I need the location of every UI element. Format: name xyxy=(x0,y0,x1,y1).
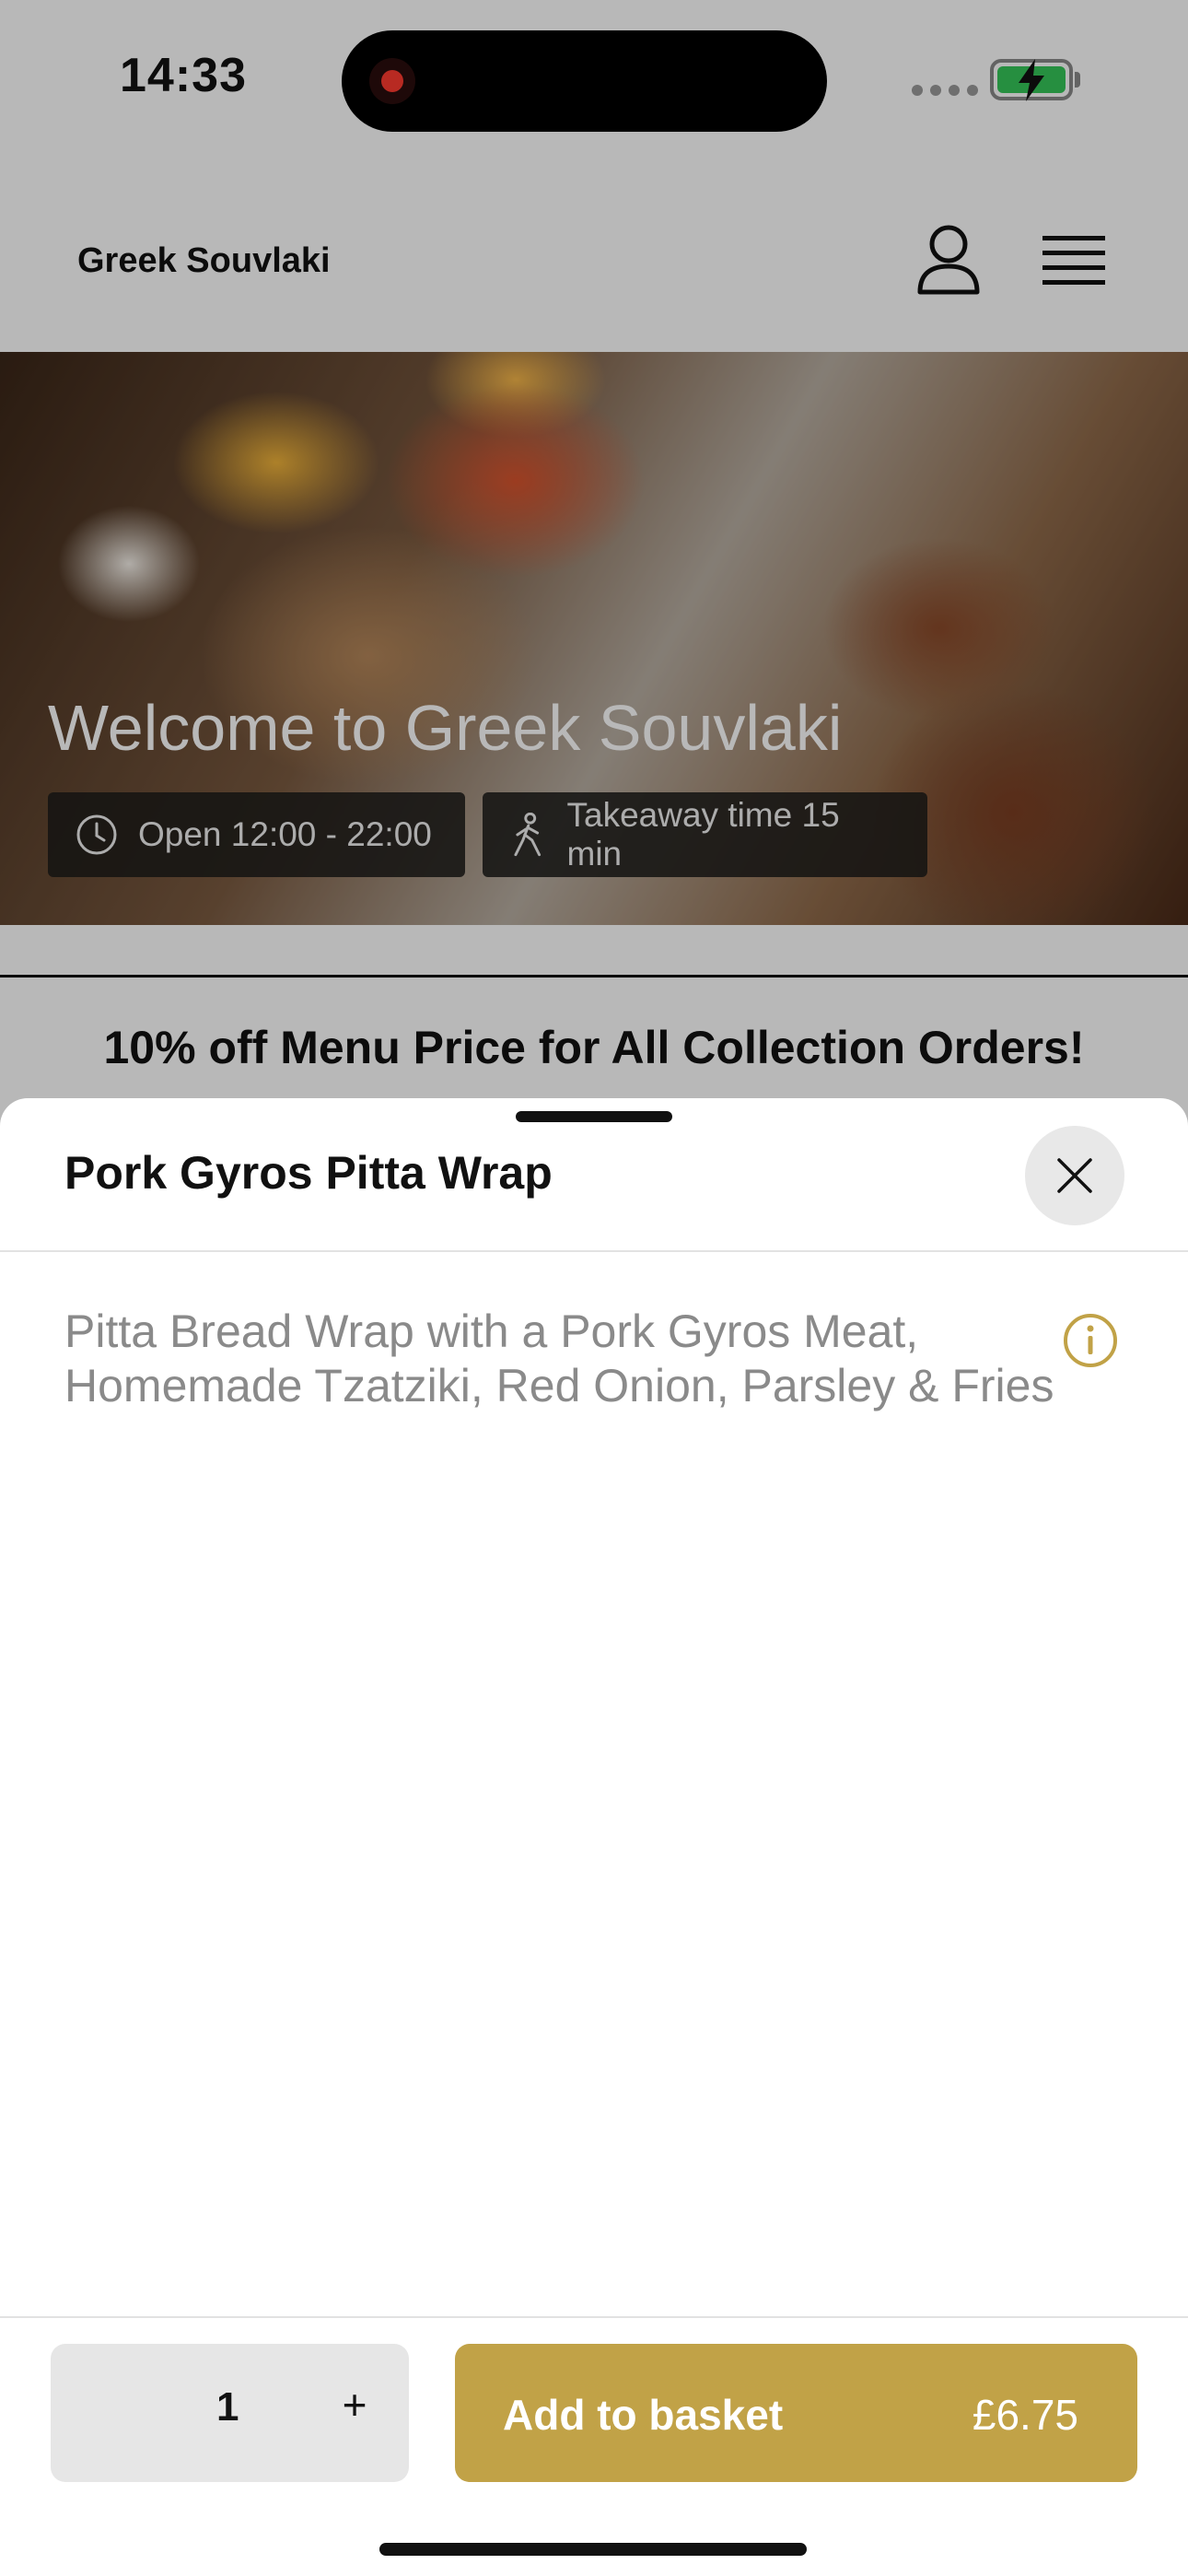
close-icon xyxy=(1057,1158,1092,1193)
item-description: Pitta Bread Wrap with a Pork Gyros Meat,… xyxy=(64,1306,1054,1411)
item-price: £6.75 xyxy=(972,2391,1078,2439)
increase-quantity-button[interactable]: + xyxy=(327,2377,382,2432)
add-to-basket-label: Add to basket xyxy=(503,2391,784,2439)
restaurant-page: 14:33 Greek Souvlaki Welcome to Greek So… xyxy=(0,0,1188,2576)
quantity-value: 1 xyxy=(216,2384,239,2430)
item-title: Pork Gyros Pitta Wrap xyxy=(64,1147,553,1199)
home-indicator[interactable] xyxy=(379,2543,807,2556)
quantity-stepper: 1 + xyxy=(51,2344,409,2482)
sheet-grabber[interactable] xyxy=(516,1111,672,1122)
close-button[interactable] xyxy=(1025,1126,1124,1225)
footer-divider xyxy=(0,2316,1188,2318)
sheet-header-divider xyxy=(0,1250,1188,1252)
item-detail-sheet: Pork Gyros Pitta Wrap Pitta Bread Wrap w… xyxy=(0,1098,1188,2576)
info-icon[interactable] xyxy=(1062,1312,1119,1369)
add-to-basket-button[interactable]: Add to basket £6.75 xyxy=(455,2344,1137,2482)
